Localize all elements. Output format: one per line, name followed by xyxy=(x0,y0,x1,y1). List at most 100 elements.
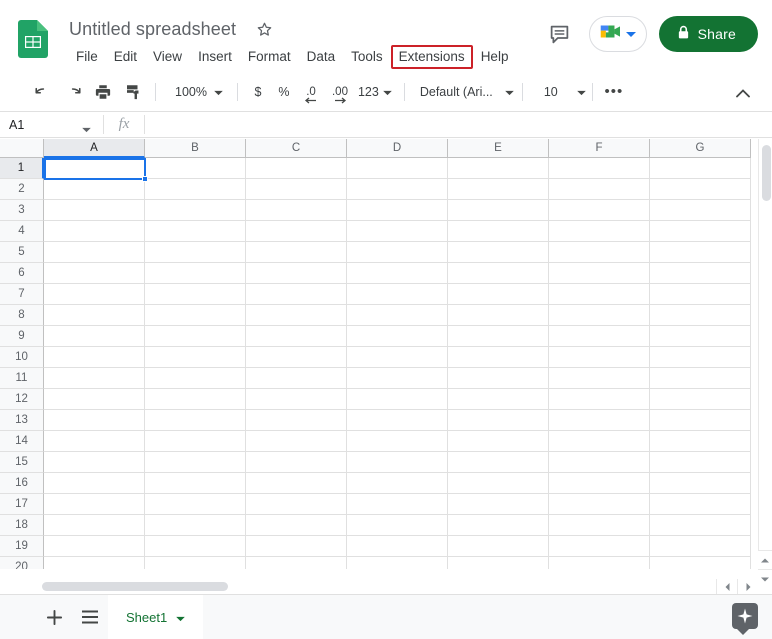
cell-E19[interactable] xyxy=(448,536,549,557)
cell-E16[interactable] xyxy=(448,473,549,494)
cell-D2[interactable] xyxy=(347,179,448,200)
vertical-scrollbar[interactable] xyxy=(758,139,772,550)
cell-D8[interactable] xyxy=(347,305,448,326)
row-header-10[interactable]: 10 xyxy=(0,347,44,368)
menu-item-edit[interactable]: Edit xyxy=(106,45,145,69)
cell-E7[interactable] xyxy=(448,284,549,305)
cell-C5[interactable] xyxy=(246,242,347,263)
cell-B11[interactable] xyxy=(145,368,246,389)
cell-C8[interactable] xyxy=(246,305,347,326)
cell-G9[interactable] xyxy=(650,326,751,347)
row-header-1[interactable]: 1 xyxy=(0,158,44,179)
cell-A20[interactable] xyxy=(44,557,145,569)
cell-B5[interactable] xyxy=(145,242,246,263)
cell-G14[interactable] xyxy=(650,431,751,452)
comment-bubble-icon[interactable] xyxy=(543,17,577,51)
cell-G7[interactable] xyxy=(650,284,751,305)
cell-F3[interactable] xyxy=(549,200,650,221)
column-header-e[interactable]: E xyxy=(448,139,549,158)
cell-C15[interactable] xyxy=(246,452,347,473)
cell-C11[interactable] xyxy=(246,368,347,389)
cell-B17[interactable] xyxy=(145,494,246,515)
horizontal-scrollbar[interactable] xyxy=(0,579,732,594)
cell-B12[interactable] xyxy=(145,389,246,410)
cell-B18[interactable] xyxy=(145,515,246,536)
star-outline-icon[interactable] xyxy=(253,19,275,41)
cell-A18[interactable] xyxy=(44,515,145,536)
cell-D20[interactable] xyxy=(347,557,448,569)
cell-B10[interactable] xyxy=(145,347,246,368)
cell-F17[interactable] xyxy=(549,494,650,515)
row-header-4[interactable]: 4 xyxy=(0,221,44,242)
cell-B14[interactable] xyxy=(145,431,246,452)
cell-E10[interactable] xyxy=(448,347,549,368)
menu-item-view[interactable]: View xyxy=(145,45,190,69)
row-header-11[interactable]: 11 xyxy=(0,368,44,389)
cell-E4[interactable] xyxy=(448,221,549,242)
cell-G6[interactable] xyxy=(650,263,751,284)
cell-A13[interactable] xyxy=(44,410,145,431)
cell-G4[interactable] xyxy=(650,221,751,242)
menu-item-file[interactable]: File xyxy=(68,45,106,69)
column-header-c[interactable]: C xyxy=(246,139,347,158)
sheet-tab-sheet1[interactable]: Sheet1 xyxy=(108,595,203,639)
column-header-f[interactable]: F xyxy=(549,139,650,158)
menu-item-tools[interactable]: Tools xyxy=(343,45,391,69)
cell-G13[interactable] xyxy=(650,410,751,431)
cell-E5[interactable] xyxy=(448,242,549,263)
cell-G18[interactable] xyxy=(650,515,751,536)
cell-A11[interactable] xyxy=(44,368,145,389)
more-options-button[interactable]: ••• xyxy=(600,79,628,105)
cell-G16[interactable] xyxy=(650,473,751,494)
chevron-down-icon[interactable] xyxy=(176,610,185,625)
cell-E8[interactable] xyxy=(448,305,549,326)
currency-format-button[interactable]: $ xyxy=(245,79,271,105)
row-header-13[interactable]: 13 xyxy=(0,410,44,431)
vertical-scrollbar-thumb[interactable] xyxy=(762,145,771,201)
cell-D10[interactable] xyxy=(347,347,448,368)
cell-B3[interactable] xyxy=(145,200,246,221)
triangle-up-icon[interactable] xyxy=(758,550,772,569)
cell-E12[interactable] xyxy=(448,389,549,410)
menu-item-extensions[interactable]: Extensions xyxy=(391,45,473,69)
percent-format-button[interactable]: % xyxy=(271,79,297,105)
row-header-3[interactable]: 3 xyxy=(0,200,44,221)
cell-B8[interactable] xyxy=(145,305,246,326)
cell-F14[interactable] xyxy=(549,431,650,452)
explore-sparkle-icon[interactable] xyxy=(732,603,758,629)
row-header-18[interactable]: 18 xyxy=(0,515,44,536)
cell-F15[interactable] xyxy=(549,452,650,473)
cell-D4[interactable] xyxy=(347,221,448,242)
redo-icon[interactable] xyxy=(58,79,88,105)
cell-G15[interactable] xyxy=(650,452,751,473)
cell-C18[interactable] xyxy=(246,515,347,536)
cell-F18[interactable] xyxy=(549,515,650,536)
cell-C19[interactable] xyxy=(246,536,347,557)
cell-D12[interactable] xyxy=(347,389,448,410)
cell-F7[interactable] xyxy=(549,284,650,305)
cell-F8[interactable] xyxy=(549,305,650,326)
row-header-17[interactable]: 17 xyxy=(0,494,44,515)
cell-F11[interactable] xyxy=(549,368,650,389)
cell-C16[interactable] xyxy=(246,473,347,494)
cell-C6[interactable] xyxy=(246,263,347,284)
cell-F4[interactable] xyxy=(549,221,650,242)
cell-A14[interactable] xyxy=(44,431,145,452)
cell-G8[interactable] xyxy=(650,305,751,326)
triangle-right-icon[interactable] xyxy=(737,579,758,594)
triangle-left-icon[interactable] xyxy=(716,579,737,594)
cell-E17[interactable] xyxy=(448,494,549,515)
menu-item-data[interactable]: Data xyxy=(299,45,344,69)
print-icon[interactable] xyxy=(88,79,118,105)
cell-A2[interactable] xyxy=(44,179,145,200)
cell-A19[interactable] xyxy=(44,536,145,557)
cell-G2[interactable] xyxy=(650,179,751,200)
menu-item-help[interactable]: Help xyxy=(473,45,517,69)
cell-B9[interactable] xyxy=(145,326,246,347)
cell-B19[interactable] xyxy=(145,536,246,557)
cell-G19[interactable] xyxy=(650,536,751,557)
cell-G11[interactable] xyxy=(650,368,751,389)
row-header-16[interactable]: 16 xyxy=(0,473,44,494)
cell-A7[interactable] xyxy=(44,284,145,305)
cell-D1[interactable] xyxy=(347,158,448,179)
